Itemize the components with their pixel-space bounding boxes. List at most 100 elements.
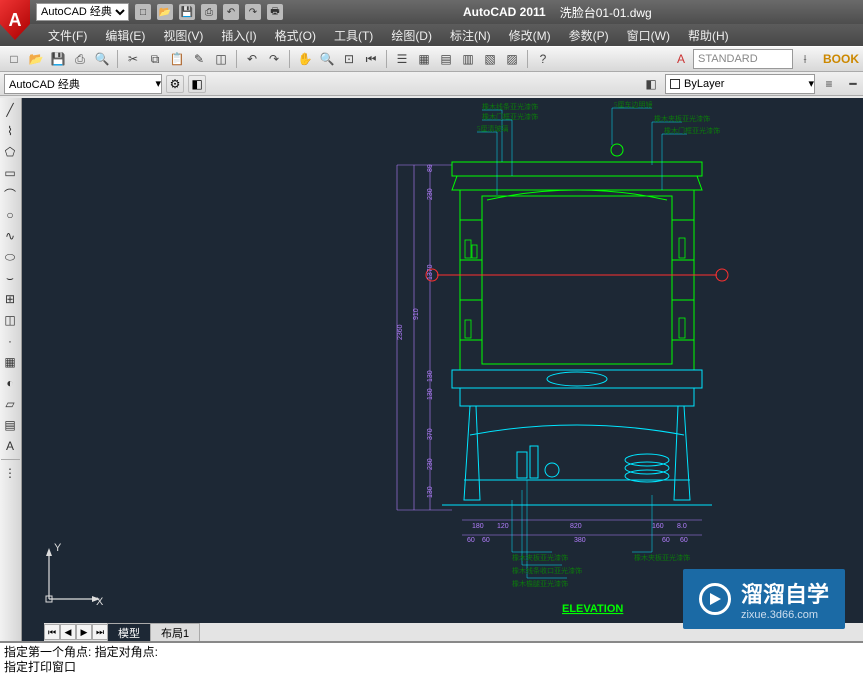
table-tool-icon[interactable]: ▤ <box>0 415 20 435</box>
line-tool-icon[interactable]: ╱ <box>0 100 20 120</box>
anno-a2: 橡木门框亚光漆饰 <box>482 112 538 121</box>
rect-tool-icon[interactable]: ▭ <box>0 163 20 183</box>
markup-icon[interactable]: ▧ <box>480 49 500 69</box>
menu-format[interactable]: 格式(O) <box>267 25 324 46</box>
document-name: 洗脸台01-01.dwg <box>560 4 652 21</box>
drawing-canvas[interactable]: 橡木线条亚光漆饰 橡木门框亚光漆饰 5厘清玻璃 5厘车边明镜 橡木夹板亚光漆饰 … <box>22 98 863 641</box>
text-style-combo[interactable]: STANDARD <box>693 49 793 69</box>
preview-icon[interactable]: 🔍 <box>92 49 112 69</box>
pan-icon[interactable]: ✋ <box>295 49 315 69</box>
menu-insert[interactable]: 插入(I) <box>213 25 264 46</box>
qat-redo-icon[interactable]: ↷ <box>245 4 261 20</box>
plot-icon[interactable]: ⎙ <box>70 49 90 69</box>
toolbar-separator <box>117 50 118 68</box>
qat-undo-icon[interactable]: ↶ <box>223 4 239 20</box>
palette-grip-icon[interactable]: ⋮ <box>0 463 20 483</box>
menu-dim[interactable]: 标注(N) <box>442 25 499 46</box>
qat-print-icon[interactable]: 🖶 <box>267 4 283 20</box>
dim-2360: 2360 <box>397 324 404 340</box>
qat-save-icon[interactable]: 💾 <box>179 4 195 20</box>
linetype-icon[interactable]: ≡ <box>819 74 839 94</box>
menu-tools[interactable]: 工具(T) <box>326 25 381 46</box>
props-icon[interactable]: ☰ <box>392 49 412 69</box>
dim-60d: 60 <box>680 537 688 544</box>
circle-tool-icon[interactable]: ○ <box>0 205 20 225</box>
pline-tool-icon[interactable]: ⌇ <box>0 121 20 141</box>
make-block-icon[interactable]: ◫ <box>0 310 20 330</box>
insert-block-icon[interactable]: ⊞ <box>0 289 20 309</box>
dim-130b: 130 <box>427 388 434 400</box>
spline-tool-icon[interactable]: ∿ <box>0 226 20 246</box>
layer-combo[interactable]: ByLayer▾ <box>665 74 815 94</box>
layer-color-icon[interactable]: ◧ <box>641 74 661 94</box>
menu-edit[interactable]: 编辑(E) <box>97 25 153 46</box>
workspace-combo[interactable]: AutoCAD 经典▾ <box>4 74 162 94</box>
textstyle-icon[interactable]: A <box>671 49 691 69</box>
workspace-quick-select[interactable]: AutoCAD 经典 <box>36 3 129 21</box>
anno-a6: 橡木门框亚光漆饰 <box>664 126 720 135</box>
menu-draw[interactable]: 绘图(D) <box>383 25 440 46</box>
gradient-icon[interactable]: ◐ <box>0 373 20 393</box>
menu-params[interactable]: 参数(P) <box>561 25 617 46</box>
tab-prev-icon[interactable]: ◀ <box>60 624 76 640</box>
lineweight-icon[interactable]: ━ <box>843 74 863 94</box>
save-icon[interactable]: 💾 <box>48 49 68 69</box>
dim-230b: 230 <box>427 458 434 470</box>
zoom-icon[interactable]: 🔍 <box>317 49 337 69</box>
tab-next-icon[interactable]: ▶ <box>76 624 92 640</box>
ellipse-tool-icon[interactable]: ⬭ <box>0 247 20 267</box>
anno-a10: 橡木夹板亚光漆饰 <box>634 553 690 562</box>
anno-a5: 橡木夹板亚光漆饰 <box>654 114 710 123</box>
dim-160: 160 <box>652 523 664 530</box>
dimstyle-icon[interactable]: ⟊ <box>795 49 815 69</box>
dc-icon[interactable]: ▦ <box>414 49 434 69</box>
match-icon[interactable]: ✎ <box>189 49 209 69</box>
tab-model[interactable]: 模型 <box>107 623 151 642</box>
new-icon[interactable]: □ <box>4 49 24 69</box>
dim-89: 89 <box>427 164 434 172</box>
dim-130a: 130 <box>427 370 434 382</box>
anno-a3: 5厘清玻璃 <box>477 124 509 133</box>
standard-toolbar: □ 📂 💾 ⎙ 🔍 ✂ ⧉ 📋 ✎ ◫ ↶ ↷ ✋ 🔍 ⊡ ⏮ ☰ ▦ ▤ ▥ … <box>0 46 863 72</box>
workspace-settings-icon[interactable]: ⚙ <box>166 75 184 93</box>
workspace-save-icon[interactable]: ◧ <box>188 75 206 93</box>
zoom-window-icon[interactable]: ⊡ <box>339 49 359 69</box>
calc-icon[interactable]: ▨ <box>502 49 522 69</box>
menu-modify[interactable]: 修改(M) <box>501 25 559 46</box>
dim-910: 910 <box>413 308 420 320</box>
region-tool-icon[interactable]: ▱ <box>0 394 20 414</box>
open-icon[interactable]: 📂 <box>26 49 46 69</box>
paste-icon[interactable]: 📋 <box>167 49 187 69</box>
dim-120: 120 <box>497 523 509 530</box>
tab-first-icon[interactable]: ⏮ <box>44 624 60 640</box>
help-icon[interactable]: ? <box>533 49 553 69</box>
tool-palette-icon[interactable]: ▤ <box>436 49 456 69</box>
hatch-tool-icon[interactable]: ▦ <box>0 352 20 372</box>
ellipse-arc-icon[interactable]: ⌣ <box>0 268 20 288</box>
redo-icon[interactable]: ↷ <box>264 49 284 69</box>
draw-toolbar: ╱ ⌇ ⬠ ▭ ⌒ ○ ∿ ⬭ ⌣ ⊞ ◫ · ▦ ◐ ▱ ▤ A ⋮ <box>0 98 22 641</box>
menu-file[interactable]: 文件(F) <box>40 25 95 46</box>
block-icon[interactable]: ◫ <box>211 49 231 69</box>
tab-layout1[interactable]: 布局1 <box>150 623 200 642</box>
menu-view[interactable]: 视图(V) <box>155 25 211 46</box>
menu-window[interactable]: 窗口(W) <box>619 25 678 46</box>
undo-icon[interactable]: ↶ <box>242 49 262 69</box>
qat-open-icon[interactable]: 📂 <box>157 4 173 20</box>
copy-icon[interactable]: ⧉ <box>145 49 165 69</box>
zoom-prev-icon[interactable]: ⏮ <box>361 49 381 69</box>
tab-last-icon[interactable]: ⏭ <box>92 624 108 640</box>
arc-tool-icon[interactable]: ⌒ <box>0 184 20 204</box>
menu-help[interactable]: 帮助(H) <box>680 25 737 46</box>
sheet-icon[interactable]: ▥ <box>458 49 478 69</box>
cut-icon[interactable]: ✂ <box>123 49 143 69</box>
qat-new-icon[interactable]: □ <box>135 4 151 20</box>
app-name: AutoCAD 2011 <box>463 5 546 19</box>
command-line[interactable]: 指定第一个角点: 指定对角点: 指定打印窗口 <box>0 641 863 689</box>
ucs-icon: Y X <box>34 544 104 617</box>
watermark-main: 溜溜自学 <box>741 577 829 609</box>
polygon-tool-icon[interactable]: ⬠ <box>0 142 20 162</box>
qat-plot-icon[interactable]: ⎙ <box>201 4 217 20</box>
mtext-tool-icon[interactable]: A <box>0 436 20 456</box>
point-tool-icon[interactable]: · <box>0 331 20 351</box>
